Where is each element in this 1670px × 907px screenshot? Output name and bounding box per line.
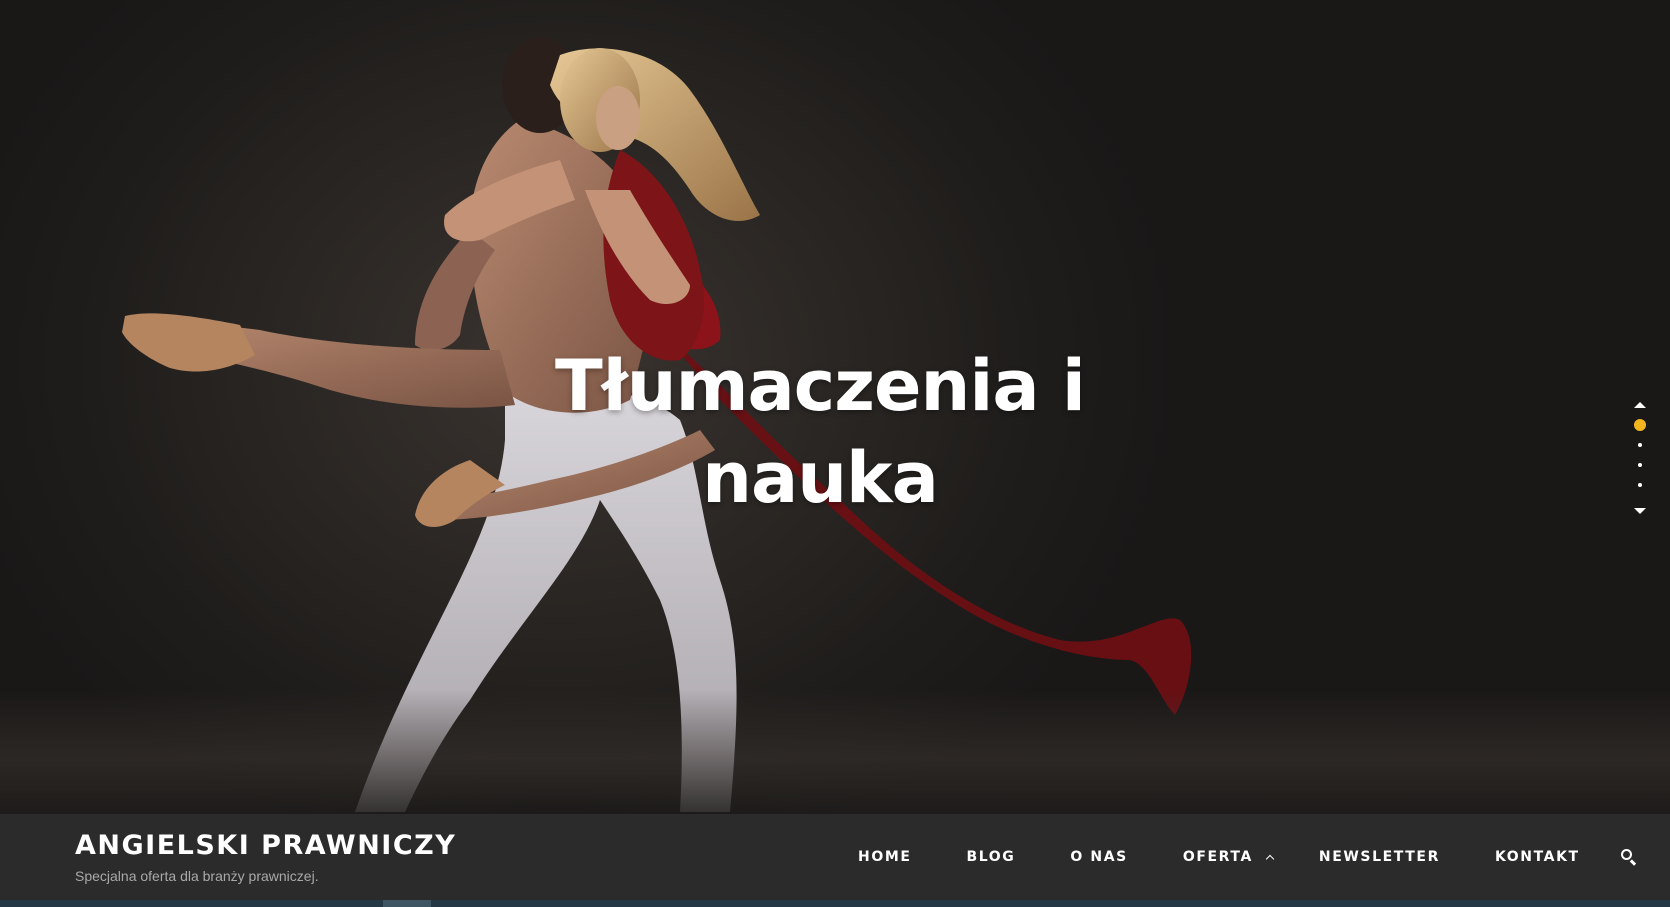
hero-title-line-1: Tłumaczenia i xyxy=(555,345,1086,427)
triangle-up-icon[interactable] xyxy=(1634,402,1646,408)
site-title[interactable]: ANGIELSKI PRAWNICZY xyxy=(75,830,456,861)
nav-item-label: NEWSLETTER xyxy=(1318,849,1440,865)
search-icon[interactable] xyxy=(1620,848,1638,866)
nav-item-label: HOME xyxy=(858,849,912,865)
nav-item-kontakt[interactable]: KONTAKT xyxy=(1495,849,1580,865)
slider-navigation xyxy=(1628,398,1652,522)
main-navigation: HOME BLOG O NAS OFERTA NEWSLETTER KONTAK… xyxy=(858,814,1638,900)
nav-item-home[interactable]: HOME xyxy=(858,849,912,865)
page: Tłumaczenia i nauka ANGIELSKI PRAWNICZY … xyxy=(0,0,1670,907)
slider-dot-1[interactable] xyxy=(1634,419,1646,431)
nav-item-o-nas[interactable]: O NAS xyxy=(1070,849,1127,865)
slider-dot-3[interactable] xyxy=(1638,463,1642,467)
bottom-strip-marker xyxy=(383,900,431,907)
search-icon-handle xyxy=(1629,859,1636,866)
nav-item-label: O NAS xyxy=(1070,849,1128,865)
bottom-strip xyxy=(0,900,1670,907)
hero-title: Tłumaczenia i nauka xyxy=(520,340,1120,524)
search-icon-lens xyxy=(1620,849,1632,860)
nav-item-blog[interactable]: BLOG xyxy=(967,849,1016,865)
slider-dot-4[interactable] xyxy=(1638,483,1642,487)
triangle-down-icon[interactable] xyxy=(1634,508,1646,514)
site-header: ANGIELSKI PRAWNICZY Specjalna oferta dla… xyxy=(0,814,1670,900)
nav-item-label: KONTAKT xyxy=(1494,849,1580,865)
nav-item-label: OFERTA xyxy=(1182,849,1253,865)
nav-item-newsletter[interactable]: NEWSLETTER xyxy=(1319,849,1440,865)
slider-dot-2[interactable] xyxy=(1638,443,1642,447)
nav-item-oferta[interactable]: OFERTA xyxy=(1182,849,1275,865)
hero-floor-gradient xyxy=(0,690,1670,814)
chevron-up-icon[interactable] xyxy=(1265,854,1275,864)
hero-title-line-2: nauka xyxy=(702,437,939,519)
nav-item-label: BLOG xyxy=(966,849,1016,865)
site-tagline: Specjalna oferta dla branży prawniczej. xyxy=(75,868,319,884)
hero-slider: Tłumaczenia i nauka xyxy=(0,0,1670,814)
